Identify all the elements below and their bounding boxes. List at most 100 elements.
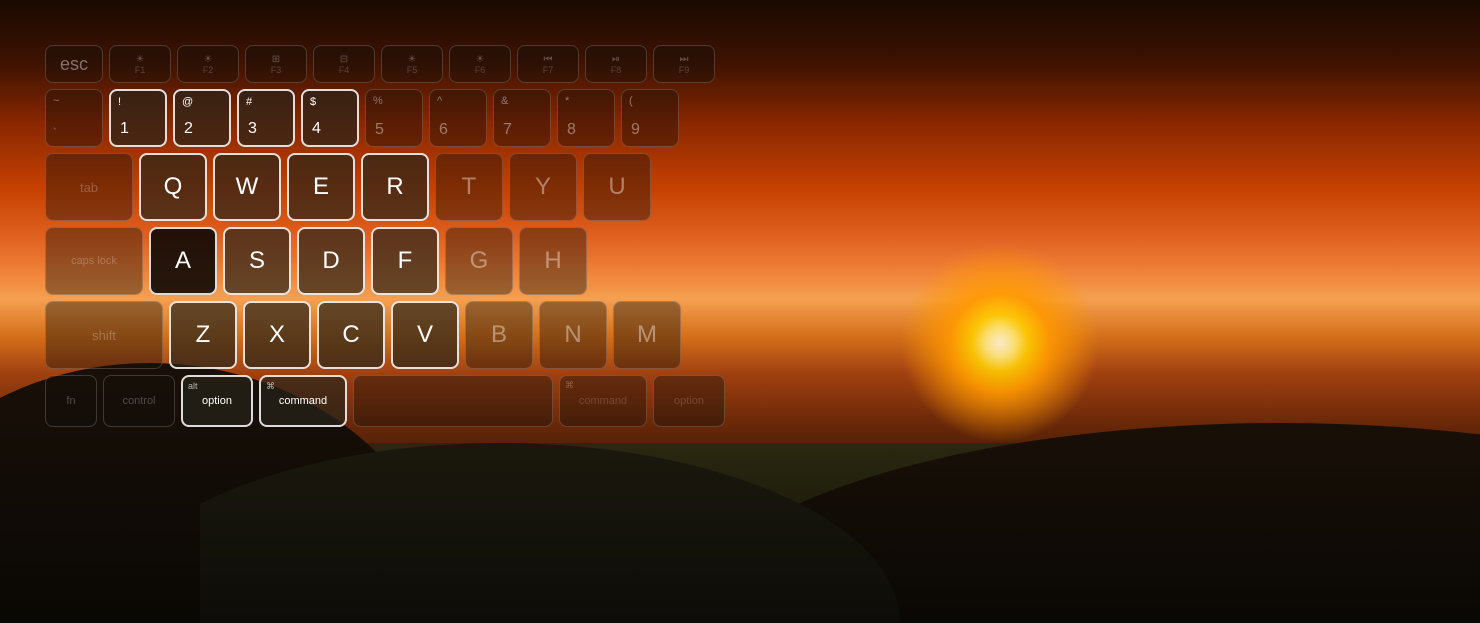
- key-c-label: C: [342, 321, 359, 349]
- key-backtick[interactable]: ~ `: [45, 89, 103, 147]
- bottom-row: fn control alt option ⌘ command ⌘ comman…: [45, 375, 745, 427]
- key-c[interactable]: C: [317, 301, 385, 369]
- key-6-bottom: 6: [439, 121, 448, 139]
- key-f5[interactable]: ☀ F5: [381, 45, 443, 83]
- key-z-label: Z: [196, 321, 211, 349]
- key-command-right-label: command: [579, 395, 627, 407]
- key-2-top: @: [182, 96, 193, 108]
- key-f3-icon: ⊞: [272, 54, 280, 65]
- key-2[interactable]: @ 2: [173, 89, 231, 147]
- key-command-left-label: command: [279, 395, 327, 407]
- key-tab-label: tab: [80, 180, 98, 195]
- key-r-label: R: [386, 173, 403, 201]
- key-f4-label: F4: [339, 65, 350, 75]
- key-esc[interactable]: esc: [45, 45, 103, 83]
- key-command-left-sublabel: ⌘: [266, 381, 275, 392]
- key-control[interactable]: control: [103, 375, 175, 427]
- key-f9[interactable]: ⏭ F9: [653, 45, 715, 83]
- key-3[interactable]: # 3: [237, 89, 295, 147]
- qwerty-row: tab Q W E R T Y U: [45, 153, 745, 221]
- key-y-label: Y: [535, 173, 551, 201]
- key-r[interactable]: R: [361, 153, 429, 221]
- key-4[interactable]: $ 4: [301, 89, 359, 147]
- key-fn[interactable]: fn: [45, 375, 97, 427]
- key-shift-left-label: shift: [92, 328, 116, 343]
- key-6-top: ^: [437, 95, 442, 107]
- key-e[interactable]: E: [287, 153, 355, 221]
- key-f8-icon: ⏯: [612, 54, 620, 65]
- key-v-label: V: [417, 321, 433, 349]
- key-u[interactable]: U: [583, 153, 651, 221]
- key-q-label: Q: [164, 173, 183, 201]
- key-n[interactable]: N: [539, 301, 607, 369]
- key-5-bottom: 5: [375, 121, 384, 139]
- key-tab[interactable]: tab: [45, 153, 133, 221]
- key-f3-label: F3: [271, 65, 282, 75]
- key-6[interactable]: ^ 6: [429, 89, 487, 147]
- key-y[interactable]: Y: [509, 153, 577, 221]
- key-q[interactable]: Q: [139, 153, 207, 221]
- key-t[interactable]: T: [435, 153, 503, 221]
- key-a[interactable]: A: [149, 227, 217, 295]
- number-row: ~ ` ! 1 @ 2 # 3 $ 4 % 5 ^ 6 & 7: [45, 89, 745, 147]
- key-f9-label: F9: [679, 65, 690, 75]
- key-command-right[interactable]: ⌘ command: [559, 375, 647, 427]
- key-5[interactable]: % 5: [365, 89, 423, 147]
- key-e-label: E: [313, 173, 329, 201]
- key-d-label: D: [322, 247, 339, 275]
- key-v[interactable]: V: [391, 301, 459, 369]
- key-f6[interactable]: ☀ F6: [449, 45, 511, 83]
- key-9-bottom: 9: [631, 121, 640, 139]
- key-1-top: !: [118, 96, 121, 108]
- key-option[interactable]: alt option: [181, 375, 253, 427]
- key-7[interactable]: & 7: [493, 89, 551, 147]
- key-f4[interactable]: ⊟ F4: [313, 45, 375, 83]
- key-b[interactable]: B: [465, 301, 533, 369]
- key-h[interactable]: H: [519, 227, 587, 295]
- key-control-label: control: [122, 395, 155, 407]
- key-n-label: N: [564, 321, 581, 349]
- key-space[interactable]: [353, 375, 553, 427]
- key-w[interactable]: W: [213, 153, 281, 221]
- key-shift-left[interactable]: shift: [45, 301, 163, 369]
- key-esc-label: esc: [60, 55, 88, 73]
- key-3-bottom: 3: [248, 120, 257, 138]
- key-4-bottom: 4: [312, 120, 321, 138]
- key-g-label: G: [470, 247, 489, 275]
- key-9-top: (: [629, 95, 633, 107]
- key-8-bottom: 8: [567, 121, 576, 139]
- key-command-left[interactable]: ⌘ command: [259, 375, 347, 427]
- key-s[interactable]: S: [223, 227, 291, 295]
- key-3-top: #: [246, 96, 252, 108]
- key-f2-label: F2: [203, 65, 214, 75]
- key-option-right[interactable]: option: [653, 375, 725, 427]
- key-x[interactable]: X: [243, 301, 311, 369]
- key-command-right-sublabel: ⌘: [565, 380, 574, 391]
- key-f4-icon: ⊟: [340, 54, 348, 65]
- key-5-top: %: [373, 95, 383, 107]
- key-f-label: F: [398, 247, 413, 275]
- key-f7-label: F7: [543, 65, 554, 75]
- key-m-label: M: [637, 321, 657, 349]
- key-9[interactable]: ( 9: [621, 89, 679, 147]
- key-backtick-top: ~: [53, 95, 59, 107]
- key-1[interactable]: ! 1: [109, 89, 167, 147]
- key-d[interactable]: D: [297, 227, 365, 295]
- key-8[interactable]: * 8: [557, 89, 615, 147]
- key-z[interactable]: Z: [169, 301, 237, 369]
- key-f8-label: F8: [611, 65, 622, 75]
- key-f3[interactable]: ⊞ F3: [245, 45, 307, 83]
- key-capslock[interactable]: caps lock: [45, 227, 143, 295]
- key-backtick-bottom: `: [53, 127, 57, 139]
- asdf-row: caps lock A S D F G H: [45, 227, 745, 295]
- key-f8[interactable]: ⏯ F8: [585, 45, 647, 83]
- key-m[interactable]: M: [613, 301, 681, 369]
- key-u-label: U: [608, 173, 625, 201]
- key-f1[interactable]: ☀ F1: [109, 45, 171, 83]
- key-f2[interactable]: ☀ F2: [177, 45, 239, 83]
- key-g[interactable]: G: [445, 227, 513, 295]
- key-f[interactable]: F: [371, 227, 439, 295]
- key-f7[interactable]: ⏮ F7: [517, 45, 579, 83]
- key-option-sublabel: alt: [188, 381, 198, 391]
- key-f7-icon: ⏮: [544, 54, 553, 65]
